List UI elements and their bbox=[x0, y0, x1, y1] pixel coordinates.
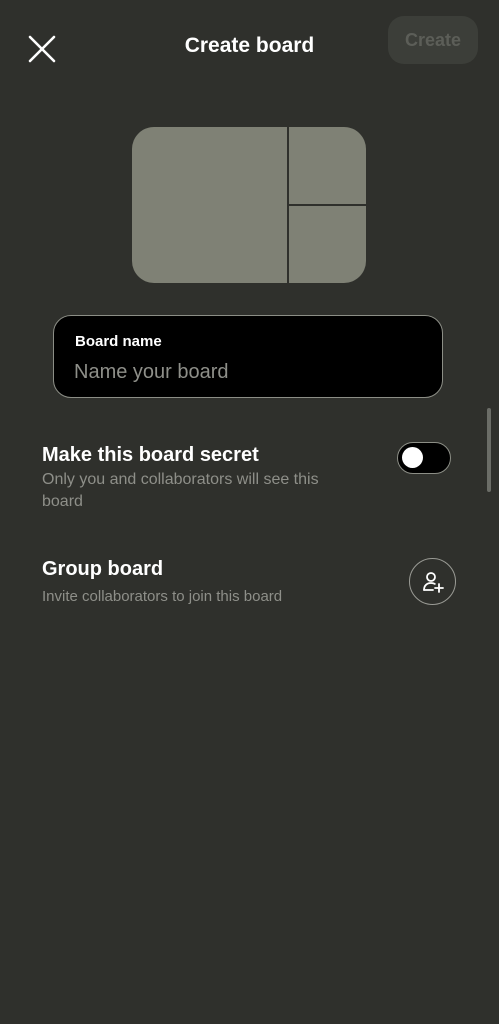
secret-board-subtitle: Only you and collaborators will see this… bbox=[42, 469, 319, 513]
cover-divider-horizontal bbox=[289, 204, 366, 206]
add-collaborator-button[interactable] bbox=[409, 558, 456, 605]
create-button[interactable]: Create bbox=[388, 16, 478, 64]
secret-board-subtitle-line1: Only you and collaborators will see this bbox=[42, 471, 319, 488]
toggle-knob bbox=[402, 447, 423, 468]
group-board-subtitle: Invite collaborators to join this board bbox=[42, 588, 283, 605]
secret-board-subtitle-line2: board bbox=[42, 493, 83, 510]
add-person-icon bbox=[422, 571, 444, 593]
secret-board-toggle[interactable] bbox=[397, 442, 451, 474]
secret-board-title: Make this board secret bbox=[42, 444, 259, 466]
board-name-label: Board name bbox=[75, 333, 162, 350]
board-name-field[interactable]: Board name bbox=[53, 315, 443, 398]
board-cover-placeholder[interactable] bbox=[132, 127, 366, 283]
board-name-input[interactable] bbox=[74, 358, 414, 386]
scrollbar[interactable] bbox=[487, 408, 491, 492]
group-board-title: Group board bbox=[42, 558, 164, 580]
create-board-screen: Create board Create Board name Make this… bbox=[0, 0, 499, 1024]
